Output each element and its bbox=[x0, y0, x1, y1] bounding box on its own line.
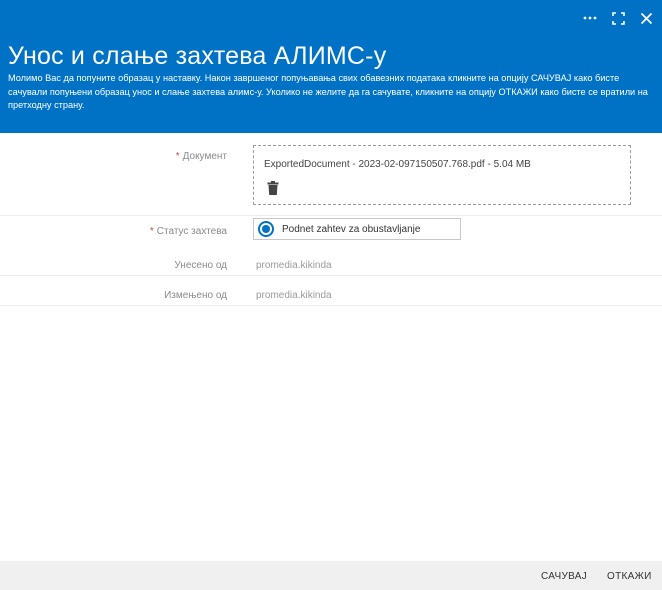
status-label: * Статус захтева bbox=[149, 226, 227, 237]
close-icon[interactable] bbox=[638, 10, 654, 26]
created-by-label: Унесено од bbox=[174, 260, 227, 271]
dialog: Унос и слање захтева АЛИМС-у Молимо Вас … bbox=[0, 0, 662, 590]
trash-icon[interactable] bbox=[267, 181, 279, 195]
created-by-value: promedia.kikinda bbox=[256, 260, 332, 271]
modified-by-value: promedia.kikinda bbox=[256, 290, 332, 301]
ellipsis-icon[interactable] bbox=[582, 10, 598, 26]
status-value: Podnet zahtev za obustavljanje bbox=[282, 223, 421, 235]
cancel-button[interactable]: ОТКАЖИ bbox=[607, 571, 652, 582]
created-by-row: Унесено од promedia.kikinda bbox=[0, 246, 662, 276]
row-divider bbox=[0, 305, 662, 306]
status-select[interactable]: Podnet zahtev za obustavljanje bbox=[253, 218, 461, 240]
dialog-title: Унос и слање захтева АЛИМС-у bbox=[8, 42, 387, 70]
dialog-instructions: Молимо Вас да попуните образац у наставк… bbox=[8, 73, 648, 110]
document-label: * Документ bbox=[175, 151, 227, 162]
status-radio[interactable] bbox=[258, 221, 274, 237]
document-row: * Документ ExportedDocument - 2023-02-097… bbox=[0, 133, 662, 217]
required-marker: * bbox=[175, 151, 180, 162]
maximize-icon[interactable] bbox=[610, 10, 626, 26]
save-button[interactable]: САЧУВАЈ bbox=[541, 571, 587, 582]
radio-selected-dot bbox=[262, 225, 270, 233]
required-marker: * bbox=[149, 226, 154, 237]
document-file-link[interactable]: ExportedDocument - 2023-02-097150507.768… bbox=[264, 159, 531, 170]
window-controls bbox=[582, 10, 654, 26]
document-dropzone[interactable]: ExportedDocument - 2023-02-097150507.768… bbox=[253, 145, 631, 205]
modified-by-row: Измењено од promedia.kikinda bbox=[0, 276, 662, 306]
dialog-header: Унос и слање захтева АЛИМС-у Молимо Вас … bbox=[0, 0, 662, 133]
dialog-footer: САЧУВАЈ ОТКАЖИ bbox=[0, 561, 662, 590]
modified-by-label: Измењено од bbox=[164, 290, 227, 301]
